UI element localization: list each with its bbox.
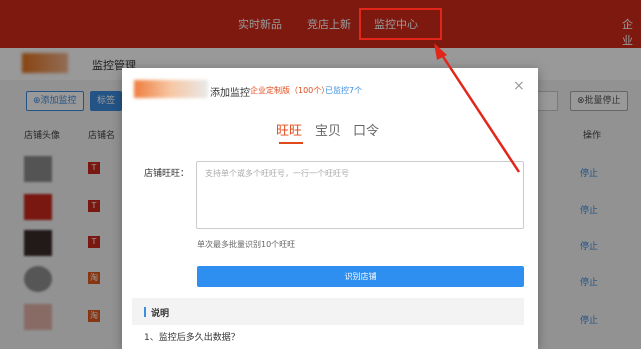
annotation-arrow xyxy=(434,43,521,173)
